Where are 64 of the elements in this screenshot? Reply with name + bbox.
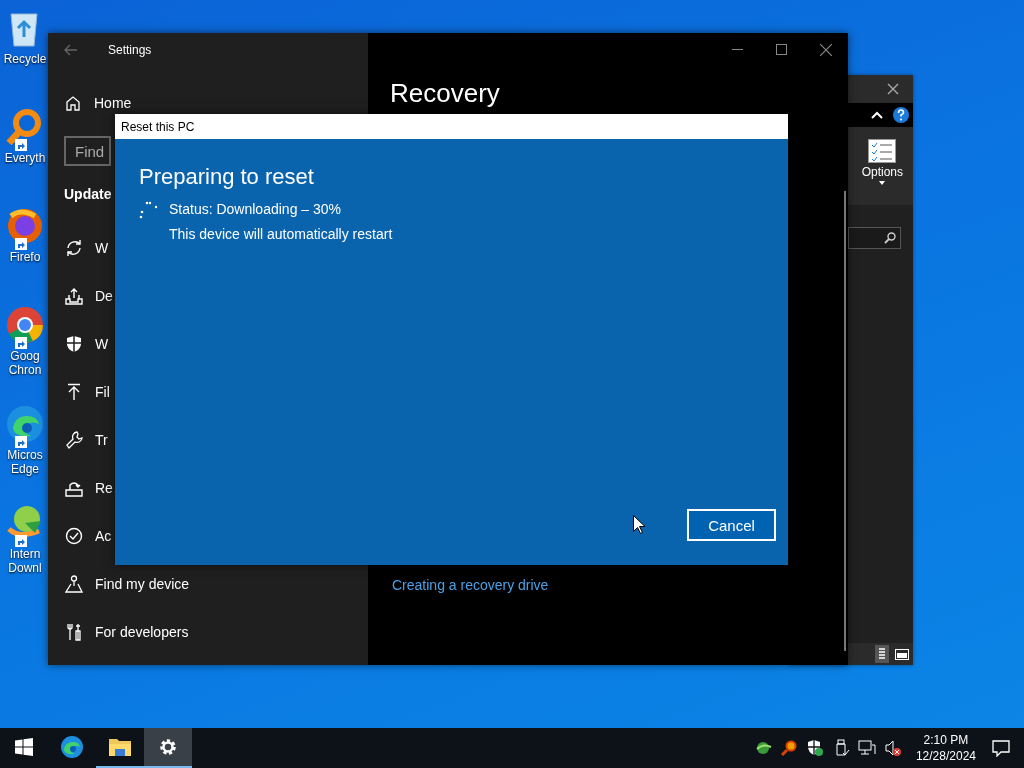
window-title: Settings <box>108 42 152 57</box>
shield-check-icon[interactable] <box>805 739 824 757</box>
icon-label: Recycle <box>2 52 48 66</box>
nav-item[interactable]: Re <box>65 464 113 512</box>
details-view-icon[interactable] <box>878 647 886 661</box>
edge-logo-icon[interactable] <box>60 735 84 759</box>
recovery-icon <box>65 479 83 497</box>
recovery-drive-link[interactable]: Creating a recovery drive <box>392 577 549 593</box>
icon-label: Intern Downl <box>7 547 43 575</box>
back-arrow-icon[interactable] <box>64 43 78 56</box>
icon-label: Micros Edge <box>6 448 44 476</box>
close-icon[interactable] <box>887 83 899 95</box>
upload-icon <box>65 383 83 401</box>
scrollbar[interactable] <box>844 191 846 651</box>
mouse-cursor-icon <box>633 515 645 534</box>
help-icon[interactable] <box>893 107 909 123</box>
icon-label: Goog Chron <box>7 349 43 377</box>
nav-item[interactable]: Fil <box>65 368 110 416</box>
notification-icon[interactable] <box>992 739 1010 757</box>
icon-label: Firefo <box>8 250 42 264</box>
preview-view-icon[interactable] <box>895 648 909 660</box>
wrench-icon <box>65 431 83 449</box>
folder-icon[interactable] <box>108 737 132 757</box>
date-text: 12/28/2024 <box>915 748 976 764</box>
nav-item[interactable]: Tr <box>65 416 108 464</box>
clock[interactable]: 2:10 PM 12/28/2024 <box>907 728 984 768</box>
maximize-icon[interactable] <box>776 44 787 55</box>
check-circle-icon <box>65 527 83 545</box>
search-icon <box>884 232 896 244</box>
close-icon[interactable] <box>820 43 832 56</box>
options-label: Options <box>861 165 903 179</box>
muted-speaker-icon[interactable] <box>883 739 902 757</box>
nav-item[interactable]: W <box>65 224 109 272</box>
status-text: Status: Downloading – 30% <box>169 201 342 218</box>
checklist-icon[interactable] <box>868 139 897 163</box>
restart-note: This device will automatically restart <box>169 226 393 243</box>
nav-item[interactable]: W <box>65 320 109 368</box>
gear-icon[interactable] <box>158 737 178 757</box>
developer-tools-icon <box>65 623 83 641</box>
nav-item[interactable]: Find my device <box>65 560 190 608</box>
nav-item[interactable]: Ac <box>65 512 112 560</box>
start-icon[interactable] <box>15 738 33 756</box>
shield-icon <box>65 335 83 353</box>
dialog-title: Reset this PC <box>121 119 195 134</box>
dialog-heading: Preparing to reset <box>139 163 315 191</box>
time-text: 2:10 PM <box>923 732 969 748</box>
sync-icon <box>65 239 83 257</box>
search-field[interactable]: Find <box>64 136 111 166</box>
person-pin-icon <box>65 575 83 593</box>
monitor-icon[interactable] <box>857 739 876 757</box>
home-nav-item[interactable]: Home <box>65 90 132 116</box>
cancel-button[interactable]: Cancel <box>687 509 776 541</box>
page-title: Recovery <box>389 77 501 107</box>
spinner-icon <box>139 201 159 219</box>
chevron-up-icon[interactable] <box>871 111 883 119</box>
magnifier-icon[interactable] <box>779 739 798 757</box>
home-icon <box>65 95 81 111</box>
tray-upload-icon <box>65 287 83 305</box>
nav-item[interactable]: For developers <box>65 608 189 656</box>
section-heading: Update <box>64 186 112 203</box>
icon-label: Everyth <box>3 151 47 165</box>
dropdown-caret-icon[interactable] <box>879 181 886 185</box>
search-field[interactable] <box>848 227 901 249</box>
nav-item[interactable]: De <box>65 272 113 320</box>
